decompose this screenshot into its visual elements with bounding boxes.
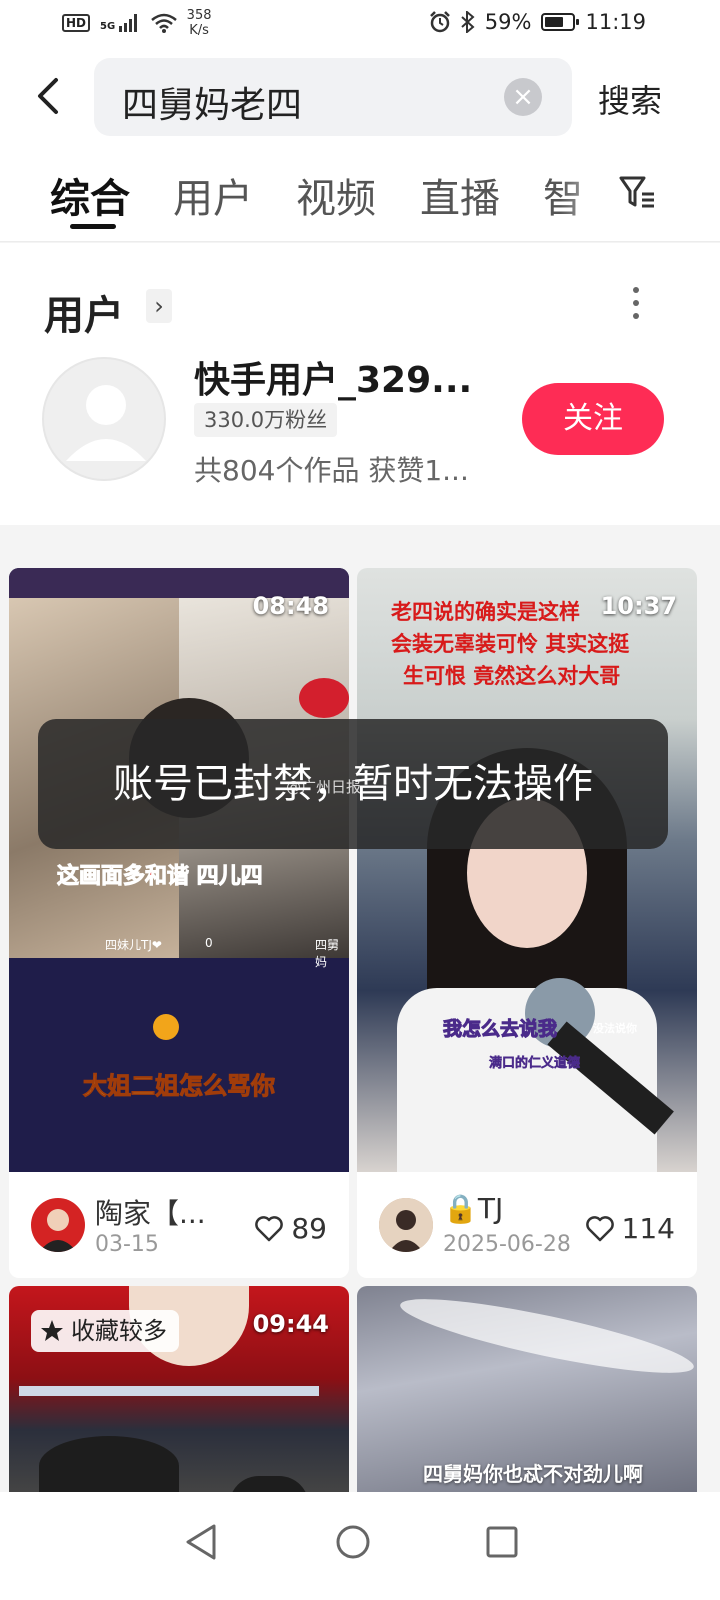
chevron-right-icon[interactable]: › xyxy=(146,289,172,323)
signal-icon: 5G xyxy=(100,14,141,32)
video-thumbnail[interactable]: 08:48 这画面多和谐 四儿四 四妹儿TJ❤ 0 四舅妈 大姐二姐怎么骂你 xyxy=(9,568,349,1172)
video-card[interactable]: 10:37 老四说的确实是这样 会装无辜装可怜 其实这挺 生可恨 竟然这么对大哥… xyxy=(357,568,697,1278)
recents-icon[interactable] xyxy=(472,1512,532,1572)
follow-button[interactable]: 关注 xyxy=(522,383,664,455)
bluetooth-icon xyxy=(461,11,475,33)
search-input[interactable]: 四舅妈老四 × xyxy=(94,58,572,136)
author-avatar[interactable] xyxy=(379,1198,433,1252)
tab-bar: 综合 用户 视频 直播 智 xyxy=(0,146,720,242)
author-name[interactable]: 🔒TJ xyxy=(443,1192,503,1225)
network-speed: 358 K/s xyxy=(186,8,212,38)
tab-comprehensive[interactable]: 综合 xyxy=(50,166,130,224)
back-arrow-icon[interactable] xyxy=(30,72,70,120)
video-caption: 这画面多和谐 四儿四 xyxy=(57,864,264,890)
user-name[interactable]: 快手用户_329... xyxy=(194,351,472,403)
video-duration: 09:44 xyxy=(252,1310,329,1338)
user-section: 用户 › 快手用户_329... 330.0万粉丝 共804个作品 获赞1...… xyxy=(0,243,720,525)
star-icon xyxy=(41,1320,63,1341)
tab-videos[interactable]: 视频 xyxy=(296,166,376,224)
video-small-label: 四妹儿TJ❤ xyxy=(105,938,162,952)
watermark: @广州日报 xyxy=(286,778,362,796)
system-nav-bar xyxy=(0,1492,720,1600)
filter-icon[interactable] xyxy=(618,172,658,212)
tab-fade xyxy=(560,146,620,240)
more-options-icon[interactable] xyxy=(624,287,648,327)
heart-icon xyxy=(585,1215,614,1241)
popular-badge: 收藏较多 xyxy=(31,1310,179,1352)
video-thumbnail[interactable]: 10:37 老四说的确实是这样 会装无辜装可怜 其实这挺 生可恨 竟然这么对大哥… xyxy=(357,568,697,1172)
tab-users[interactable]: 用户 xyxy=(173,166,253,224)
active-tab-indicator xyxy=(70,224,116,229)
fans-count: 330.0万粉丝 xyxy=(194,403,338,437)
clear-icon[interactable]: × xyxy=(504,78,542,116)
video-caption: 四舅妈你也忒不对劲儿啊 xyxy=(423,1462,643,1486)
search-header: 四舅妈老四 × 搜索 xyxy=(0,48,720,146)
back-icon[interactable] xyxy=(172,1512,232,1572)
video-caption-small: 没法说你 xyxy=(593,1022,637,1035)
search-button[interactable]: 搜索 xyxy=(598,76,662,122)
video-card[interactable]: 四舅妈你也忒不对劲儿啊 xyxy=(357,1286,697,1492)
author-avatar[interactable] xyxy=(31,1198,85,1252)
section-title: 用户 xyxy=(44,293,124,339)
video-overlay-line: 会装无辜装可怜 其实这挺 xyxy=(391,632,630,656)
video-card[interactable]: 收藏较多 09:44 xyxy=(9,1286,349,1492)
video-caption: 满口的仁义道德 xyxy=(489,1056,581,1072)
video-caption: 我怎么去说我 xyxy=(442,1018,558,1041)
clock: 11:19 xyxy=(585,10,646,34)
hd-icon: HD xyxy=(62,14,91,32)
alarm-icon xyxy=(429,11,450,33)
status-bar: HD 5G 358 K/s 59% 11:19 xyxy=(0,0,720,48)
video-thumbnail[interactable]: 收藏较多 09:44 xyxy=(9,1286,349,1492)
video-card[interactable]: 08:48 这画面多和谐 四儿四 四妹儿TJ❤ 0 四舅妈 大姐二姐怎么骂你 陶… xyxy=(9,568,349,1278)
heart-icon xyxy=(255,1215,284,1241)
video-caption: 大姐二姐怎么骂你 xyxy=(83,1072,276,1101)
tab-live[interactable]: 直播 xyxy=(420,166,500,224)
video-overlay-line: 生可恨 竟然这么对大哥 xyxy=(403,664,621,688)
wifi-icon xyxy=(150,13,177,33)
video-duration: 10:37 xyxy=(600,592,677,620)
home-icon[interactable] xyxy=(323,1512,383,1572)
like-count[interactable]: 89 xyxy=(255,1212,327,1245)
search-query[interactable]: 四舅妈老四 xyxy=(122,76,302,128)
video-duration: 08:48 xyxy=(252,592,329,620)
like-count[interactable]: 114 xyxy=(585,1212,675,1245)
video-thumbnail[interactable]: 四舅妈你也忒不对劲儿啊 xyxy=(357,1286,697,1492)
post-date: 2025-06-28 xyxy=(443,1232,571,1257)
battery-percent: 59% xyxy=(484,10,532,34)
emoji-icon xyxy=(153,1014,179,1040)
works-summary: 共804个作品 获赞1... xyxy=(194,454,469,487)
post-date: 03-15 xyxy=(95,1232,159,1257)
video-overlay-line: 老四说的确实是这样 xyxy=(391,600,580,624)
avatar[interactable] xyxy=(42,357,166,481)
author-name[interactable]: 陶家【... xyxy=(95,1192,206,1232)
video-small-label: 四舅妈 xyxy=(315,938,340,969)
video-small-label: 0 xyxy=(205,936,213,950)
battery-icon xyxy=(541,13,580,31)
